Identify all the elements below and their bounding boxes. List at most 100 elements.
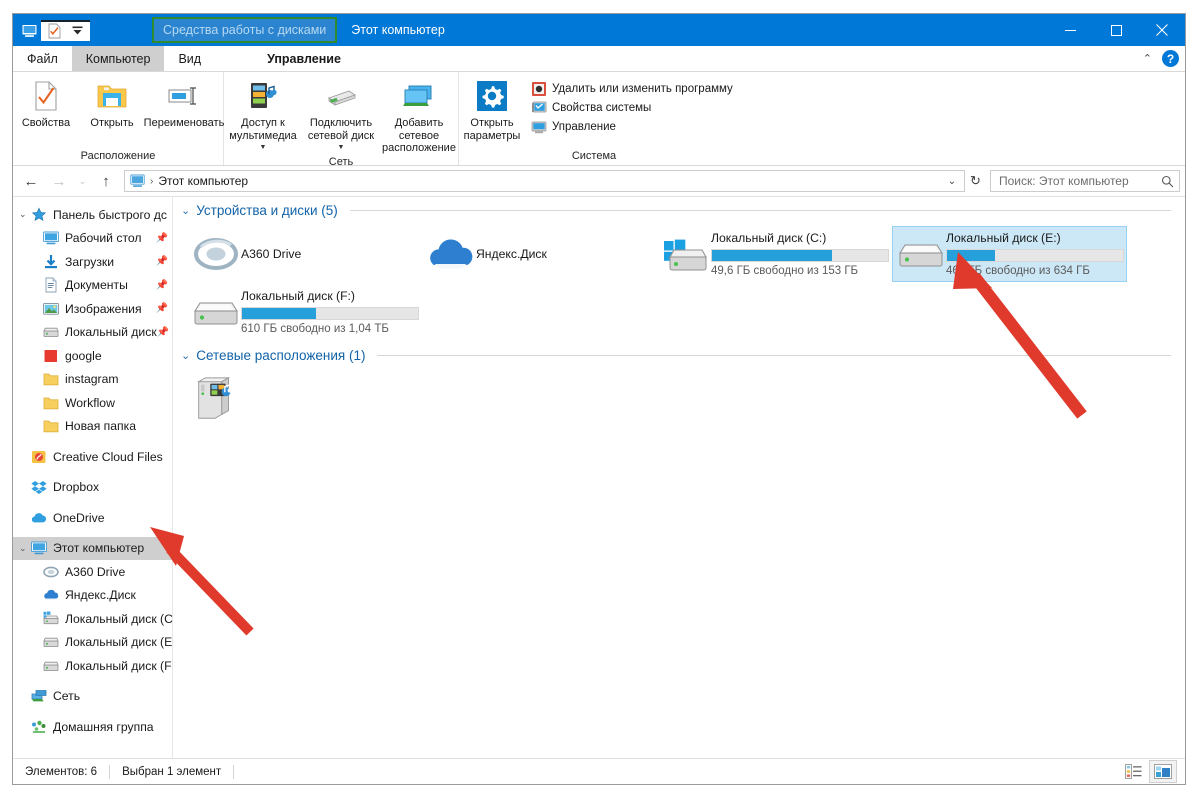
media-server-icon <box>246 79 280 113</box>
back-button[interactable]: ← <box>18 169 44 193</box>
tile-info: Локальный диск (C:) 49,6 ГБ свободно из 1… <box>711 231 889 277</box>
search-box[interactable]: Поиск: Этот компьютер <box>990 170 1180 192</box>
drive-tile[interactable]: Локальный диск (F:) 610 ГБ свободно из 1,… <box>187 284 422 340</box>
tile-name: A360 Drive <box>241 247 302 261</box>
sidebar-item-этот-компьютер[interactable]: ⌄ Этот компьютер <box>13 536 172 560</box>
network-icon <box>31 688 47 704</box>
maximize-button[interactable] <box>1093 14 1139 46</box>
up-button[interactable]: ↑ <box>93 169 119 193</box>
ribbon-system-small-commands: Удалить или изменить программу Свойства … <box>525 76 739 135</box>
large-icons-view-button[interactable] <box>1149 760 1177 783</box>
ribbon-button-computer-management[interactable]: Управление <box>531 119 733 135</box>
sidebar-item-загрузки[interactable]: Загрузки 📌 <box>13 250 172 274</box>
ribbon-group-system: Открыть параметры Удалить или изменить п… <box>459 72 739 165</box>
sidebar-item-домашняя-группа[interactable]: Домашняя группа <box>13 715 172 739</box>
chevron-down-icon[interactable]: ⌄ <box>19 543 27 554</box>
sidebar-item-instagram[interactable]: instagram <box>13 368 172 392</box>
details-view-button[interactable] <box>1120 761 1146 782</box>
sidebar-item-локальный-диск-c[interactable]: Локальный диск (C <box>13 607 172 631</box>
forward-button[interactable]: → <box>46 169 72 193</box>
tab-view[interactable]: Вид <box>164 46 215 71</box>
search-input[interactable]: Поиск: Этот компьютер <box>999 174 1129 188</box>
close-button[interactable] <box>1139 14 1185 46</box>
chevron-down-icon[interactable]: ⌄ <box>181 204 190 217</box>
sidebar-item-панель-быстрого-дс[interactable]: ⌄ Панель быстрого дс <box>13 203 172 227</box>
ribbon-button-rename[interactable]: Переименовать <box>144 76 224 130</box>
sidebar-item-label: Workflow <box>65 395 115 410</box>
group-divider <box>349 210 1171 211</box>
sidebar-item-изображения[interactable]: Изображения 📌 <box>13 297 172 321</box>
sidebar-item-a360-drive[interactable]: A360 Drive <box>13 560 172 584</box>
ribbon-button-properties[interactable]: Свойства <box>13 76 79 130</box>
ribbon-label-properties: Свойства <box>21 117 71 129</box>
pin-icon[interactable]: 📌 <box>156 303 168 314</box>
drive-tile[interactable]: Локальный диск (C:) 49,6 ГБ свободно из 1… <box>657 226 892 282</box>
ribbon-button-open-settings[interactable]: Открыть параметры <box>459 76 525 142</box>
caret-down-icon[interactable]: ▼ <box>338 144 345 151</box>
drive-tile[interactable]: Яндекс.Диск <box>422 226 657 282</box>
ribbon-button-open[interactable]: Открыть <box>79 76 145 130</box>
minimize-button[interactable] <box>1047 14 1093 46</box>
sidebar-item-новая-папка[interactable]: Новая папка <box>13 415 172 439</box>
qat-customize-dropdown-icon[interactable] <box>66 23 88 40</box>
creative-cloud-icon <box>31 449 47 465</box>
ribbon-button-map-network-drive[interactable]: Подключить сетевой диск ▼ <box>302 76 380 155</box>
sidebar-item-creative-cloud-files[interactable]: Creative Cloud Files <box>13 445 172 469</box>
chevron-down-icon[interactable]: ⌄ <box>181 349 190 362</box>
caret-down-icon[interactable]: ▼ <box>260 144 267 151</box>
tab-manage[interactable]: Управление <box>253 46 355 71</box>
refresh-button[interactable]: ↻ <box>967 169 984 193</box>
pin-icon[interactable]: 📌 <box>156 233 168 244</box>
drive-tile[interactable] <box>187 371 422 427</box>
address-dropdown-button[interactable]: ⌄ <box>942 171 962 191</box>
address-field[interactable]: › Этот компьютер ⌄ <box>124 170 965 192</box>
sidebar-item-label: Creative Cloud Files <box>53 449 163 464</box>
navigation-pane[interactable]: ⌄ Панель быстрого дс Рабочий стол 📌 Загрузки… <box>13 197 173 758</box>
pin-icon[interactable]: 📌 <box>156 280 168 291</box>
sidebar-item-google[interactable]: google <box>13 344 172 368</box>
pin-icon[interactable]: 📌 <box>156 256 168 267</box>
tile-grid <box>173 363 1185 429</box>
collapse-ribbon-icon[interactable]: ⌃ <box>1143 52 1152 65</box>
sidebar-item-dropbox[interactable]: Dropbox <box>13 476 172 500</box>
group-header[interactable]: ⌄ Устройства и диски (5) <box>173 197 1185 218</box>
explorer-app-icon <box>19 20 39 40</box>
sidebar-item-onedrive[interactable]: OneDrive <box>13 506 172 530</box>
tab-file[interactable]: Файл <box>13 46 72 71</box>
explorer-window: Средства работы с дисками Этот компьютер… <box>12 13 1186 785</box>
sidebar-item-workflow[interactable]: Workflow <box>13 391 172 415</box>
ribbon-button-media-access[interactable]: Доступ к мультимедиа ▼ <box>224 76 302 155</box>
tile-info: Яндекс.Диск <box>476 247 547 261</box>
ribbon-button-uninstall-program[interactable]: Удалить или изменить программу <box>531 81 733 97</box>
ribbon-button-add-network-location[interactable]: Добавить сетевое расположение <box>380 76 458 155</box>
drive-tile[interactable]: A360 Drive <box>187 226 422 282</box>
group-header[interactable]: ⌄ Сетевые расположения (1) <box>173 342 1185 363</box>
file-list-pane[interactable]: ⌄ Устройства и диски (5) A360 Drive Яндекс.… <box>173 197 1185 758</box>
this-pc-icon <box>130 174 145 188</box>
open-folder-icon <box>96 79 128 113</box>
sidebar-item-сеть[interactable]: Сеть <box>13 685 172 709</box>
contextual-tab-header[interactable]: Средства работы с дисками <box>152 17 338 43</box>
sidebar-item-яндекс-диск[interactable]: Яндекс.Диск <box>13 584 172 608</box>
tab-computer[interactable]: Компьютер <box>71 46 165 71</box>
large-icons-view-icon <box>1154 764 1172 779</box>
ribbon-button-system-properties[interactable]: Свойства системы <box>531 100 733 116</box>
help-icon[interactable]: ? <box>1162 50 1179 67</box>
sidebar-item-label: google <box>65 348 102 363</box>
sidebar-item-локальный-диск-e[interactable]: Локальный диск (E <box>13 631 172 655</box>
drive-tile[interactable]: Локальный диск (E:) 465 ГБ свободно из 63… <box>892 226 1127 282</box>
qat-properties-icon[interactable] <box>43 23 65 40</box>
sidebar-item-документы[interactable]: Документы 📌 <box>13 274 172 298</box>
breadcrumb[interactable]: Этот компьютер <box>158 174 248 188</box>
pin-icon[interactable]: 📌 <box>157 327 169 338</box>
windows-drive-large-icon <box>661 230 711 278</box>
sidebar-item-локальный-диск[interactable]: Локальный диск 📌 <box>13 321 172 345</box>
ribbon-label-map-network-drive: Подключить сетевой диск ▼ <box>307 117 375 151</box>
recent-locations-button[interactable]: ⌄ <box>74 169 91 193</box>
sidebar-item-рабочий-стол[interactable]: Рабочий стол 📌 <box>13 227 172 251</box>
sidebar-item-локальный-диск-f[interactable]: Локальный диск (F <box>13 654 172 678</box>
ribbon-group-label-system: Система <box>571 150 617 162</box>
status-divider <box>109 764 111 779</box>
chevron-down-icon[interactable]: ⌄ <box>19 209 27 220</box>
